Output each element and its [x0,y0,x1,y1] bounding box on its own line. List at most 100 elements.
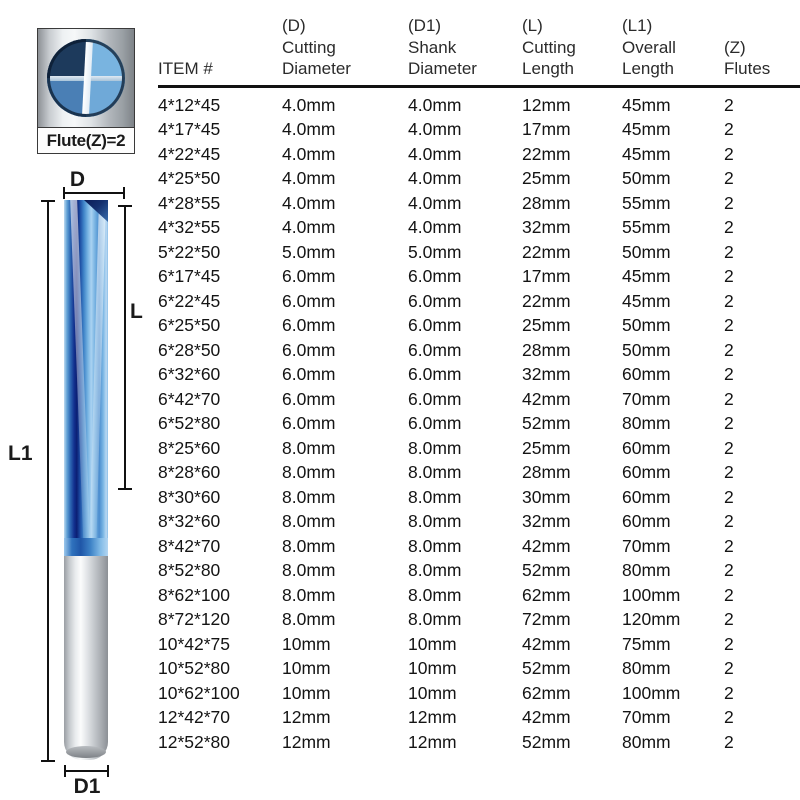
cell-item: 8*30*60 [158,486,221,507]
cell-flutes: 2 [724,388,734,409]
column-header-shank-diameter: (D1) Shank Diameter [408,0,522,88]
cell-item: 6*28*50 [158,339,221,360]
cell-item: 8*32*60 [158,511,221,531]
table-row: 10*42*75 10mm 10mm 42mm 75mm 2 [158,632,800,657]
cell-flutes: 2 [724,94,734,115]
cell-cutting-length: 17mm [522,119,571,139]
cell-cutting-length: 72mm [522,609,571,629]
cell-overall-length: 80mm [622,658,671,678]
cell-cutting-diameter: 6.0mm [282,315,336,335]
cell-item: 10*62*100 [158,682,240,703]
tool-shank-end-cap [66,746,106,758]
dimension-bar-L1 [41,200,55,762]
table-row: 8*42*70 8.0mm 8.0mm 42mm 70mm 2 [158,534,800,559]
cell-cutting-length: 52mm [522,560,571,580]
cell-item: 6*52*80 [158,413,221,433]
cell-cutting-diameter: 6.0mm [282,290,336,311]
cell-cutting-length: 22mm [522,290,571,311]
cell-cutting-length: 62mm [522,584,571,605]
specification-table-body: 4*12*45 4.0mm 4.0mm 12mm 45mm 2 4*17*45 4.0mm 4.… [158,87,800,755]
cell-item: 6*17*45 [158,266,221,286]
product-diagram: Flute(Z)=2 D L L1 D1 [0,0,155,800]
cell-item: 8*28*60 [158,462,221,482]
cell-flutes: 2 [724,609,734,629]
cell-overall-length: 45mm [622,290,671,311]
table-row: 6*22*45 6.0mm 6.0mm 22mm 45mm 2 [158,289,800,314]
cell-shank-diameter: 6.0mm [408,266,462,286]
table-header-row: ITEM # (D) Cutting Diameter (D1) Shank D… [158,0,800,88]
cell-shank-diameter: 6.0mm [408,413,462,433]
table-row: 10*62*100 10mm 10mm 62mm 100mm 2 [158,681,800,706]
cell-overall-length: 70mm [622,707,671,727]
cell-cutting-length: 28mm [522,462,571,482]
table-row: 12*42*70 12mm 12mm 42mm 70mm 2 [158,706,800,731]
cell-shank-diameter: 4.0mm [408,217,462,237]
cell-shank-diameter: 8.0mm [408,535,462,556]
cell-item: 10*52*80 [158,658,231,678]
cell-flutes: 2 [724,658,734,678]
cell-cutting-length: 42mm [522,535,571,556]
cell-cutting-length: 52mm [522,731,571,752]
cell-overall-length: 80mm [622,413,671,433]
table-row: 6*32*60 6.0mm 6.0mm 32mm 60mm 2 [158,363,800,388]
tool-helix-highlight-b [89,200,106,556]
cell-overall-length: 80mm [622,560,671,580]
cell-item: 6*42*70 [158,388,221,409]
cell-item: 4*17*45 [158,119,221,139]
cell-flutes: 2 [724,290,734,311]
column-code-cutting-length: (L) [522,15,543,35]
table-row: 6*42*70 6.0mm 6.0mm 42mm 70mm 2 [158,387,800,412]
column-code-cutting-diameter: (D) [282,15,306,35]
cell-flutes: 2 [724,682,734,703]
column-code-flutes: (Z) [724,37,746,57]
cell-cutting-diameter: 4.0mm [282,217,336,237]
cell-cutting-diameter: 6.0mm [282,339,336,360]
cell-flutes: 2 [724,241,734,262]
cell-shank-diameter: 5.0mm [408,241,462,262]
cell-shank-diameter: 8.0mm [408,486,462,507]
cell-item: 4*28*55 [158,192,221,213]
cell-overall-length: 50mm [622,168,671,188]
cell-cutting-diameter: 10mm [282,633,331,654]
cell-cutting-diameter: 8.0mm [282,486,336,507]
cell-flutes: 2 [724,143,734,164]
cell-shank-diameter: 10mm [408,682,457,703]
cell-cutting-diameter: 4.0mm [282,119,336,139]
dimension-label-D: D [69,168,86,191]
cell-cutting-diameter: 6.0mm [282,388,336,409]
cell-cutting-diameter: 8.0mm [282,511,336,531]
cell-overall-length: 75mm [622,633,671,654]
tool-shank-section [64,556,108,760]
cell-cutting-length: 17mm [522,266,571,286]
cell-cutting-length: 30mm [522,486,571,507]
cell-overall-length: 60mm [622,364,671,384]
end-view-rim [47,39,125,117]
column-header-cutting-diameter: (D) Cutting Diameter [282,0,408,88]
column-line2-flutes: Flutes [724,59,771,79]
cell-cutting-diameter: 8.0mm [282,462,336,482]
cell-item: 4*12*45 [158,94,221,115]
cell-flutes: 2 [724,217,734,237]
dimension-bar-D1 [64,765,109,777]
cell-item: 6*22*45 [158,290,221,311]
table-row: 8*72*120 8.0mm 8.0mm 72mm 120mm 2 [158,608,800,633]
cell-cutting-length: 22mm [522,143,571,164]
cell-cutting-diameter: 8.0mm [282,609,336,629]
cell-flutes: 2 [724,364,734,384]
cell-flutes: 2 [724,486,734,507]
cell-cutting-length: 28mm [522,192,571,213]
cell-item: 8*42*70 [158,535,221,556]
column-line1-cutting-diameter: Cutting [282,37,336,57]
dimension-label-L1: L1 [8,442,33,465]
cell-flutes: 2 [724,560,734,580]
table-row: 4*17*45 4.0mm 4.0mm 17mm 45mm 2 [158,118,800,143]
cell-overall-length: 50mm [622,339,671,360]
cell-shank-diameter: 10mm [408,633,457,654]
cell-flutes: 2 [724,315,734,335]
table-row: 8*28*60 8.0mm 8.0mm 28mm 60mm 2 [158,461,800,486]
cell-cutting-length: 22mm [522,241,571,262]
table-row: 4*25*50 4.0mm 4.0mm 25mm 50mm 2 [158,167,800,192]
cell-shank-diameter: 6.0mm [408,290,462,311]
cell-overall-length: 50mm [622,315,671,335]
table-row: 6*52*80 6.0mm 6.0mm 52mm 80mm 2 [158,412,800,437]
